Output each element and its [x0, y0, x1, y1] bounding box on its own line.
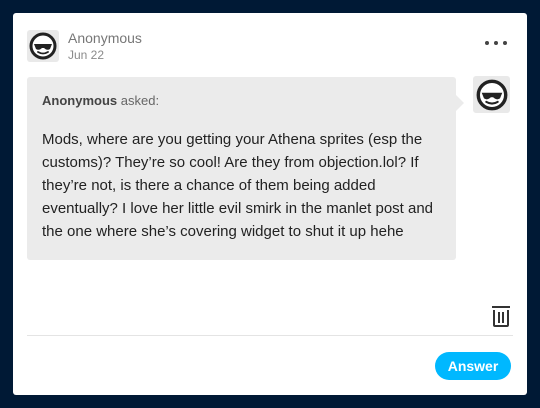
- post-date[interactable]: Jun 22: [68, 48, 104, 62]
- ellipsis-icon: [485, 41, 489, 45]
- ask-post-card: Anonymous Jun 22 Anonymous asked: Mods, …: [13, 13, 527, 395]
- asker-avatar[interactable]: [473, 76, 510, 113]
- ask-bubble: Anonymous asked: Mods, where are you get…: [27, 77, 464, 260]
- answer-button[interactable]: Answer: [435, 352, 511, 380]
- question-text: Mods, where are you getting your Athena …: [42, 131, 434, 240]
- anonymous-sunglasses-icon: [29, 32, 57, 60]
- trash-icon: [492, 306, 510, 327]
- bubble-tail: [456, 95, 464, 111]
- delete-button[interactable]: [491, 305, 511, 327]
- anonymous-sunglasses-icon: [476, 79, 507, 110]
- more-options-button[interactable]: [485, 35, 507, 51]
- divider: [27, 335, 513, 336]
- author-name[interactable]: Anonymous: [68, 30, 142, 46]
- ellipsis-icon: [494, 41, 498, 45]
- asker-name[interactable]: Anonymous: [42, 93, 117, 108]
- anonymous-avatar[interactable]: [27, 30, 59, 62]
- ellipsis-icon: [503, 41, 507, 45]
- asker-line: Anonymous asked:: [42, 93, 159, 108]
- asked-label: asked:: [120, 93, 160, 108]
